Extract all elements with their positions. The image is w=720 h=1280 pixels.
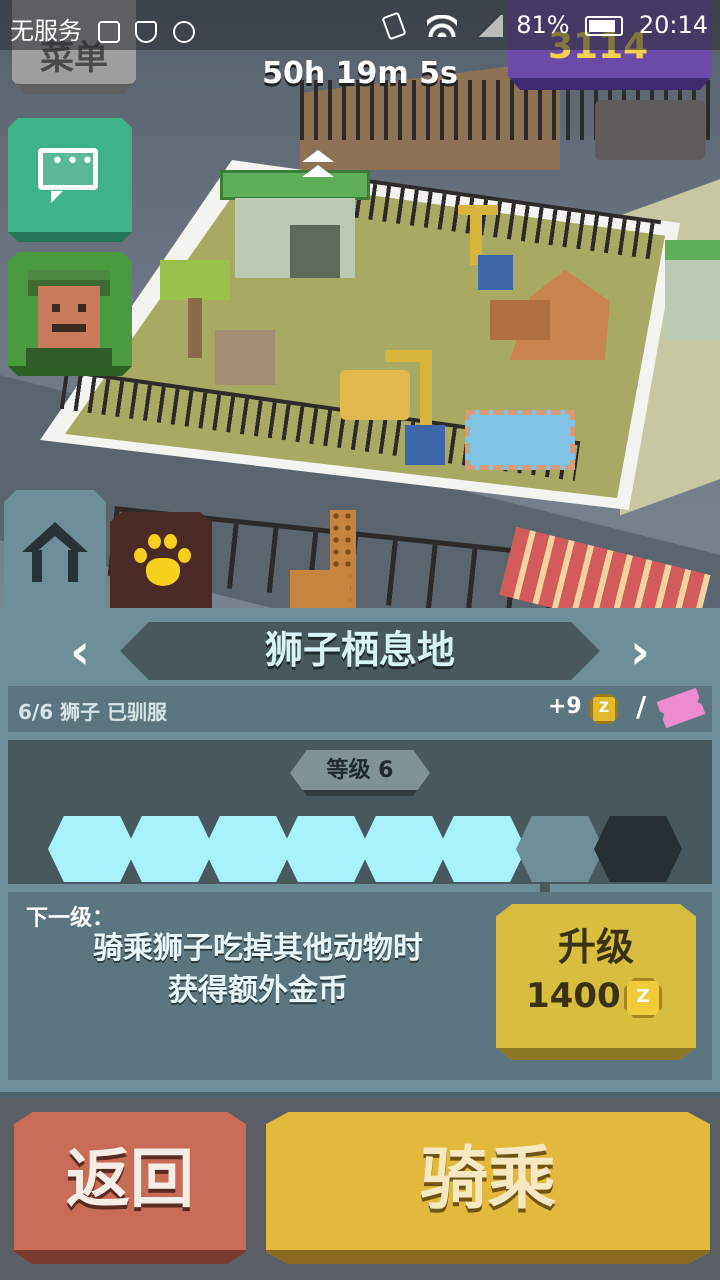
progress-segment	[48, 816, 136, 882]
rock-small	[490, 300, 550, 340]
ticket-icon	[656, 688, 705, 729]
progress-segment	[594, 816, 682, 882]
level-progress-bar	[48, 816, 682, 882]
toy-post-arm	[458, 205, 498, 215]
level-section: 等级 6	[8, 740, 712, 886]
wifi-icon	[426, 15, 457, 37]
tab-home[interactable]	[4, 490, 106, 612]
lion-shelter	[220, 170, 370, 280]
tree-trunk	[188, 298, 202, 358]
upgrade-label: 升级	[557, 925, 634, 969]
elephant-animal	[595, 100, 705, 160]
progress-segment	[126, 816, 214, 882]
divider	[0, 884, 720, 892]
progress-segment	[360, 816, 448, 882]
toy-post-arm	[385, 350, 430, 362]
toy-post	[420, 350, 432, 430]
habitat-panel: ‹ 狮子栖息地 › 6/6 狮子 已驯服 +9 Z / 等级 6 下一级： 骑乘…	[0, 608, 720, 1098]
ranger-eyes	[52, 304, 86, 312]
countdown-timer: 50h 19m 5s	[262, 56, 458, 91]
next-level-desc-line2: 获得额外金币	[168, 973, 348, 1008]
tamed-status: 6/6 狮子 已驯服	[18, 700, 168, 724]
progress-segment	[516, 816, 604, 882]
next-level-desc-line1: 骑乘狮子吃掉其他动物时	[93, 931, 423, 966]
gallery-icon	[97, 21, 120, 43]
ranger-shirt	[26, 348, 112, 368]
chat-icon	[38, 148, 98, 203]
signal-icon	[476, 15, 503, 37]
scroll-up-icon[interactable]	[296, 150, 340, 186]
clock: 20:14	[638, 11, 708, 39]
neighbor-shelter	[665, 240, 720, 340]
battery-percent: 81%	[516, 11, 570, 39]
toy-block	[478, 255, 513, 290]
back-button[interactable]: 返回	[14, 1112, 246, 1264]
lion-animal[interactable]	[340, 370, 410, 420]
settings-icon	[172, 21, 195, 43]
habitat-title: 狮子栖息地	[264, 628, 455, 672]
shield-icon	[135, 21, 158, 43]
coin-icon: Z	[624, 978, 662, 1018]
shelter-door	[290, 225, 340, 278]
ranger-avatar-button[interactable]	[8, 252, 132, 376]
chat-button[interactable]	[8, 118, 132, 242]
toy-block	[405, 425, 445, 465]
status-right: 81% 20:14	[381, 11, 708, 41]
ride-button-label: 骑乘	[419, 1140, 556, 1219]
paw-icon	[132, 532, 192, 592]
next-level-description: 骑乘狮子吃掉其他动物时 获得额外金币	[28, 928, 488, 1012]
ride-button[interactable]: 骑乘	[266, 1112, 710, 1264]
back-button-label: 返回	[66, 1143, 194, 1217]
vibrate-icon	[381, 11, 407, 41]
level-badge: 等级 6	[290, 750, 430, 796]
lion-animal[interactable]	[215, 330, 275, 385]
home-icon	[22, 522, 88, 584]
tree-foliage	[160, 260, 230, 300]
next-level-section: 下一级： 骑乘狮子吃掉其他动物时 获得额外金币 升级 1400 Z	[8, 892, 712, 1080]
tab-animals[interactable]	[110, 512, 212, 612]
upgrade-button[interactable]: 升级 1400 Z	[496, 904, 696, 1060]
status-bar: 无服务 81% 20:14	[0, 0, 720, 50]
upgrade-cost: 1400	[526, 976, 621, 1016]
prev-habitat-button[interactable]: ‹	[56, 628, 104, 676]
ranger-mustache	[52, 324, 86, 332]
habitat-title-bar: 狮子栖息地	[120, 622, 600, 680]
coin-bonus: +9	[548, 694, 582, 719]
separator: /	[636, 690, 647, 723]
carrier-text: 无服务	[10, 17, 82, 45]
progress-segment	[438, 816, 526, 882]
next-habitat-button[interactable]: ›	[616, 628, 664, 676]
battery-icon	[585, 16, 624, 36]
status-left: 无服务	[10, 11, 195, 46]
level-label: 等级 6	[326, 758, 394, 783]
progress-segment	[282, 816, 370, 882]
ranger-face	[38, 286, 100, 356]
shelter-roof	[220, 170, 370, 200]
progress-segment	[204, 816, 292, 882]
coin-icon: Z	[590, 694, 618, 724]
tamed-info-row: 6/6 狮子 已驯服 +9 Z /	[8, 686, 712, 732]
water-pool	[465, 410, 575, 470]
